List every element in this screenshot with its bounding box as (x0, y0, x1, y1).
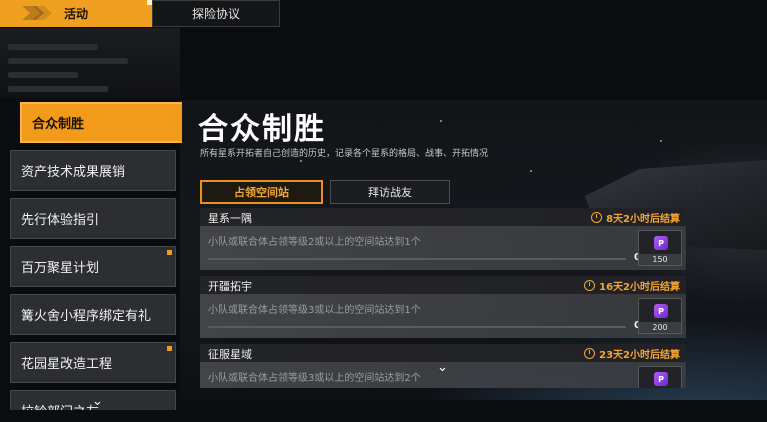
sidebar-item-label: 资产技术成果展销 (21, 165, 126, 180)
sidebar-item-preview-guide[interactable]: 先行体验指引 (10, 198, 176, 239)
visit-ally-button[interactable]: 拜访战友 (330, 180, 450, 204)
task-timer: 16天2小时后结算 (584, 278, 680, 293)
clock-icon (591, 212, 603, 223)
task-card: 星系一隅 8天2小时后结算 小队或联合体占领等级2或以上的空间站达到1个 0/1… (200, 208, 686, 270)
sidebar-item-label: 篝火舍小程序绑定有礼 (21, 309, 152, 324)
sidebar-item-label: 百万聚星计划 (21, 261, 100, 276)
task-description: 小队或联合体占领等级2或以上的空间站达到1个 (208, 237, 421, 248)
task-timer-text: 8天2小时后结算 (606, 214, 680, 225)
tab-chevron-icon (22, 6, 52, 20)
tab-notification-dot (147, 0, 152, 5)
tab-exploration-protocol[interactable]: 探险协议 (152, 0, 280, 27)
sidebar: 合众制胜 资产技术成果展销 先行体验指引 百万聚星计划 篝火舍小程序绑定有礼 花… (10, 100, 182, 416)
clock-icon (584, 280, 596, 291)
reward-token-icon: P (654, 236, 668, 250)
task-description: 小队或联合体占领等级3或以上的空间站达到2个 (208, 373, 421, 384)
blurred-panel (0, 28, 180, 98)
tab-exploration-label: 探险协议 (191, 7, 240, 21)
task-name: 星系一隅 (208, 212, 252, 225)
sidebar-item-label: 花园星改造工程 (21, 357, 113, 372)
sidebar-item-hezhong-zhisheng[interactable]: 合众制胜 (20, 102, 182, 143)
scroll-down-chevron-icon[interactable]: ⌄ (437, 360, 448, 375)
task-timer: 23天2小时后结算 (584, 346, 680, 361)
reward-item[interactable]: P 200 (638, 298, 682, 334)
task-description: 小队或联合体占领等级3或以上的空间站达到1个 (208, 305, 421, 316)
page-title: 合众制胜 (198, 112, 326, 147)
task-name: 开疆拓宇 (208, 280, 252, 293)
reward-count: 150 (639, 254, 681, 265)
task-timer-text: 23天2小时后结算 (599, 350, 680, 361)
top-tab-bar: 活动 探险协议 (0, 0, 280, 27)
task-card: 开疆拓宇 16天2小时后结算 小队或联合体占领等级3或以上的空间站达到1个 0/… (200, 276, 686, 338)
tab-activity[interactable]: 活动 (0, 0, 152, 27)
sidebar-item-garden-star-project[interactable]: 花园星改造工程 (10, 342, 176, 383)
scroll-down-chevron-icon[interactable]: ⌄ (92, 394, 103, 409)
sidebar-item-million-star-plan[interactable]: 百万聚星计划 (10, 246, 176, 287)
task-timer-text: 16天2小时后结算 (599, 282, 680, 293)
reward-count: 200 (639, 322, 681, 333)
reward-token-icon: P (654, 304, 668, 318)
tab-activity-label: 活动 (63, 7, 88, 21)
progress-bar (208, 258, 626, 260)
notification-badge (167, 250, 172, 255)
page-subtitle: 所有星系开拓者自己创造的历史，记录各个星系的格局、战事、开拓情况 (200, 149, 489, 159)
notification-badge (167, 346, 172, 351)
clock-icon (584, 348, 596, 359)
reward-item[interactable]: P (638, 366, 682, 388)
task-name: 征服星域 (208, 348, 252, 361)
sidebar-item-bonfire-miniprogram[interactable]: 篝火舍小程序绑定有礼 (10, 294, 176, 335)
sidebar-item-label: 先行体验指引 (21, 213, 100, 228)
sidebar-item-label: 合众制胜 (32, 117, 85, 132)
bottom-bar (0, 410, 767, 422)
task-timer: 8天2小时后结算 (591, 210, 680, 225)
sidebar-item-asset-tech-expo[interactable]: 资产技术成果展销 (10, 150, 176, 191)
reward-item[interactable]: P 150 (638, 230, 682, 266)
progress-bar (208, 326, 626, 328)
occupy-station-button[interactable]: 占领空间站 (200, 180, 323, 204)
reward-token-icon: P (654, 372, 668, 386)
